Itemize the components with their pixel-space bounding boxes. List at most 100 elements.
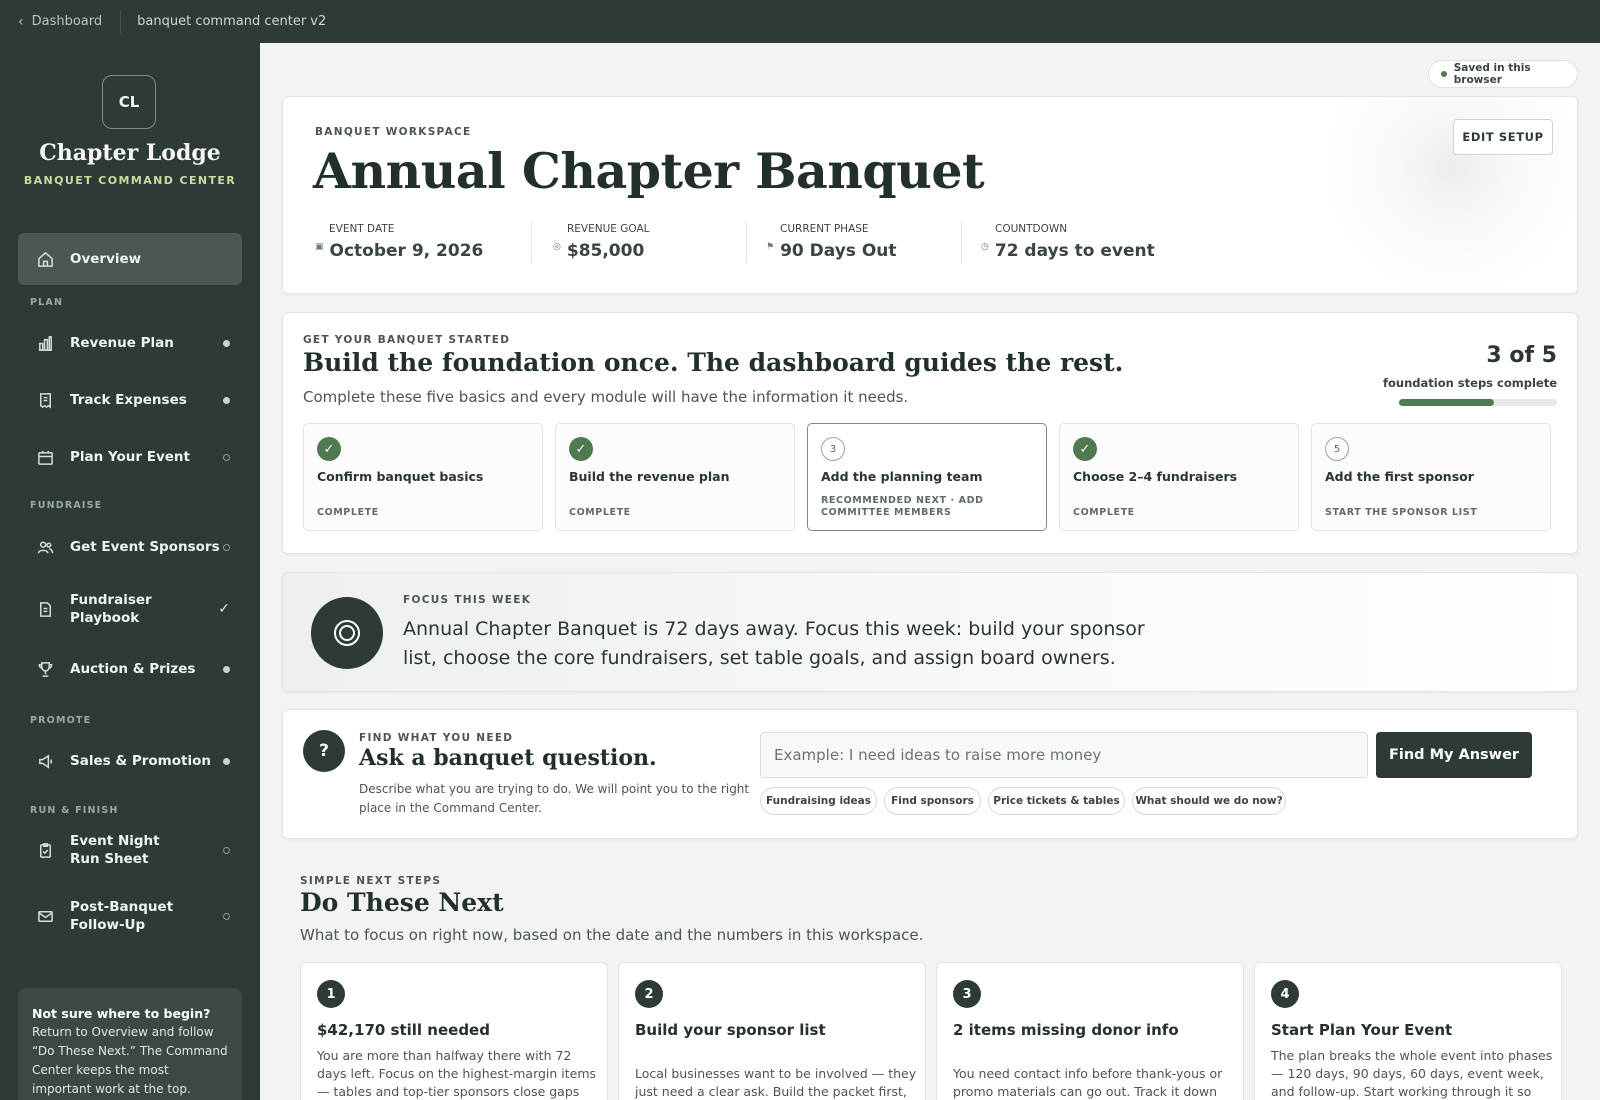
next-card-title: 2 items missing donor info [953,1021,1179,1039]
meta-value: 72 days to event [994,241,1155,261]
step-title: Confirm banquet basics [317,469,484,484]
workspace-hero-card: BANQUET WORKSPACE Annual Chapter Banquet… [282,96,1578,294]
foundation-title: Build the foundation once. The dashboard… [303,348,1124,377]
ask-description: Describe what you are trying to do. We w… [359,782,750,815]
sidebar-item-label: Get Event Sponsors [70,539,220,555]
sidebar-item-event-night-run-sheet[interactable]: Event Night Run Sheet [18,825,242,875]
trophy-icon [36,660,54,678]
help-title: Not sure where to begin? [32,1006,211,1021]
help-body: Return to Overview and follow “Do These … [32,1025,228,1096]
divider [531,221,532,263]
next-card-title: Build your sponsor list [635,1021,826,1039]
sidebar-item-label: Sales & Promotion [70,753,211,769]
step-status: COMPLETE [317,507,379,518]
question-input[interactable] [760,732,1368,778]
chevron-left-icon: ‹ [18,13,24,30]
next-title: Do These Next [300,888,504,917]
sidebar-item-auction-prizes[interactable]: Auction & Prizes [18,651,242,687]
status-dot [223,543,230,551]
find-my-answer-button[interactable]: Find My Answer [1376,732,1532,778]
edit-setup-button[interactable]: EDIT SETUP [1453,119,1553,155]
next-step-card-3[interactable]: 3 2 items missing donor info You need co… [936,962,1244,1100]
document-icon [36,600,54,618]
sidebar-item-plan-your-event[interactable]: Plan Your Event [18,439,242,475]
foundation-step-2[interactable]: ✓ Build the revenue plan COMPLETE [555,423,795,531]
sidebar-item-fundraiser-playbook[interactable]: Fundraiser Playbook ✓ [18,584,242,634]
foundation-card: GET YOUR BANQUET STARTED Build the found… [282,312,1578,554]
progress-fill [1399,399,1494,406]
bar-chart-icon [36,334,54,352]
calendar-icon: ▣ [315,242,324,252]
sidebar-item-label: Fundraiser Playbook [70,592,152,626]
step-title: Build the revenue plan [569,469,730,484]
receipt-icon [36,391,54,409]
status-dot [1441,71,1447,77]
home-icon [36,250,54,268]
meta-value: $85,000 [566,241,645,261]
question-icon: ? [303,730,345,772]
next-card-title: Start Plan Your Event [1271,1021,1453,1039]
sidebar-item-track-expenses[interactable]: Track Expenses [18,382,242,418]
clipboard-icon [36,841,54,859]
meta-label: REVENUE GOAL [567,223,650,235]
next-step-card-2[interactable]: 2 Build your sponsor list Local business… [618,962,926,1100]
status-dot [223,665,230,673]
meta-event-date: EVENT DATE ▣ October 9, 2026 [315,223,483,261]
meta-value: October 9, 2026 [329,241,484,261]
sidebar-item-overview[interactable]: Overview [18,233,242,285]
back-label: Dashboard [31,14,103,29]
chip-find-sponsors[interactable]: Find sponsors [884,787,981,815]
next-step-card-4[interactable]: 4 Start Plan Your Event The plan breaks … [1254,962,1562,1100]
step-number: 1 [317,980,345,1008]
org-subtitle: BANQUET COMMAND CENTER [23,174,237,187]
next-card-desc: Local businesses want to be involved — t… [635,1066,917,1099]
breadcrumb: banquet command center v2 [137,14,327,29]
foundation-step-1[interactable]: ✓ Confirm banquet basics COMPLETE [303,423,543,531]
sidebar-item-sales-promotion[interactable]: Sales & Promotion [18,743,242,779]
meta-label: EVENT DATE [329,223,395,235]
sidebar-item-post-banquet-follow-up[interactable]: Post-Banquet Follow-Up [18,891,242,941]
foundation-step-3[interactable]: 3 Add the planning team RECOMMENDED NEXT… [807,423,1047,531]
check-icon: ✓ [1073,437,1097,461]
ask-card: ? FIND WHAT YOU NEED Ask a banquet quest… [282,709,1578,839]
checkmark-icon: ✓ [218,601,230,617]
megaphone-icon [36,752,54,770]
back-to-dashboard-link[interactable]: ‹ Dashboard [18,10,122,33]
progress-count: 3 of 5 [1486,343,1557,368]
sidebar-item-get-event-sponsors[interactable]: Get Event Sponsors [18,529,242,565]
meta-current-phase: CURRENT PHASE ⚑ 90 Days Out [766,223,897,261]
meta-revenue-goal: REVENUE GOAL ◎ $85,000 [553,223,650,261]
next-eyebrow: SIMPLE NEXT STEPS [300,875,442,887]
focus-eyebrow: FOCUS THIS WEEK [403,594,532,606]
step-title: Choose 2–4 fundraisers [1073,469,1238,484]
status-dot [223,396,230,404]
chip-what-should-we-do-now[interactable]: What should we do now? [1132,787,1286,815]
step-status: START THE SPONSOR LIST [1325,507,1478,518]
step-number: 4 [1271,980,1299,1008]
status-dot [223,846,230,854]
chip-price-tickets-tables[interactable]: Price tickets & tables [988,787,1125,815]
foundation-step-4[interactable]: ✓ Choose 2–4 fundraisers COMPLETE [1059,423,1299,531]
status-dot [223,453,230,461]
check-icon: ✓ [317,437,341,461]
chip-fundraising-ideas[interactable]: Fundraising ideas [760,787,877,815]
meta-label: COUNTDOWN [995,223,1068,235]
foundation-eyebrow: GET YOUR BANQUET STARTED [303,334,511,346]
next-card-title: $42,170 still needed [317,1021,490,1039]
sidebar-item-label: Revenue Plan [70,335,174,351]
meta-countdown: COUNTDOWN ◷ 72 days to event [981,223,1155,261]
focus-text: Annual Chapter Banquet is 72 days away. … [403,618,1145,669]
next-step-card-1[interactable]: 1 $42,170 still needed You are more than… [300,962,608,1100]
nav-section-fundraise: FUNDRAISE [30,500,103,511]
next-card-desc: You need contact info before thank-yous … [953,1066,1223,1099]
target-icon [311,597,383,669]
step-number: 5 [1325,437,1349,461]
next-subtitle: What to focus on right now, based on the… [300,926,924,944]
next-card-desc: The plan breaks the whole event into pha… [1271,1048,1553,1099]
sidebar-item-revenue-plan[interactable]: Revenue Plan [18,325,242,361]
top-bar: ‹ Dashboard banquet command center v2 [0,0,1600,43]
target-icon: ◎ [553,242,561,252]
focus-card: FOCUS THIS WEEK Annual Chapter Banquet i… [282,572,1578,692]
nav-section-plan: PLAN [30,297,64,308]
foundation-step-5[interactable]: 5 Add the first sponsor START THE SPONSO… [1311,423,1551,531]
